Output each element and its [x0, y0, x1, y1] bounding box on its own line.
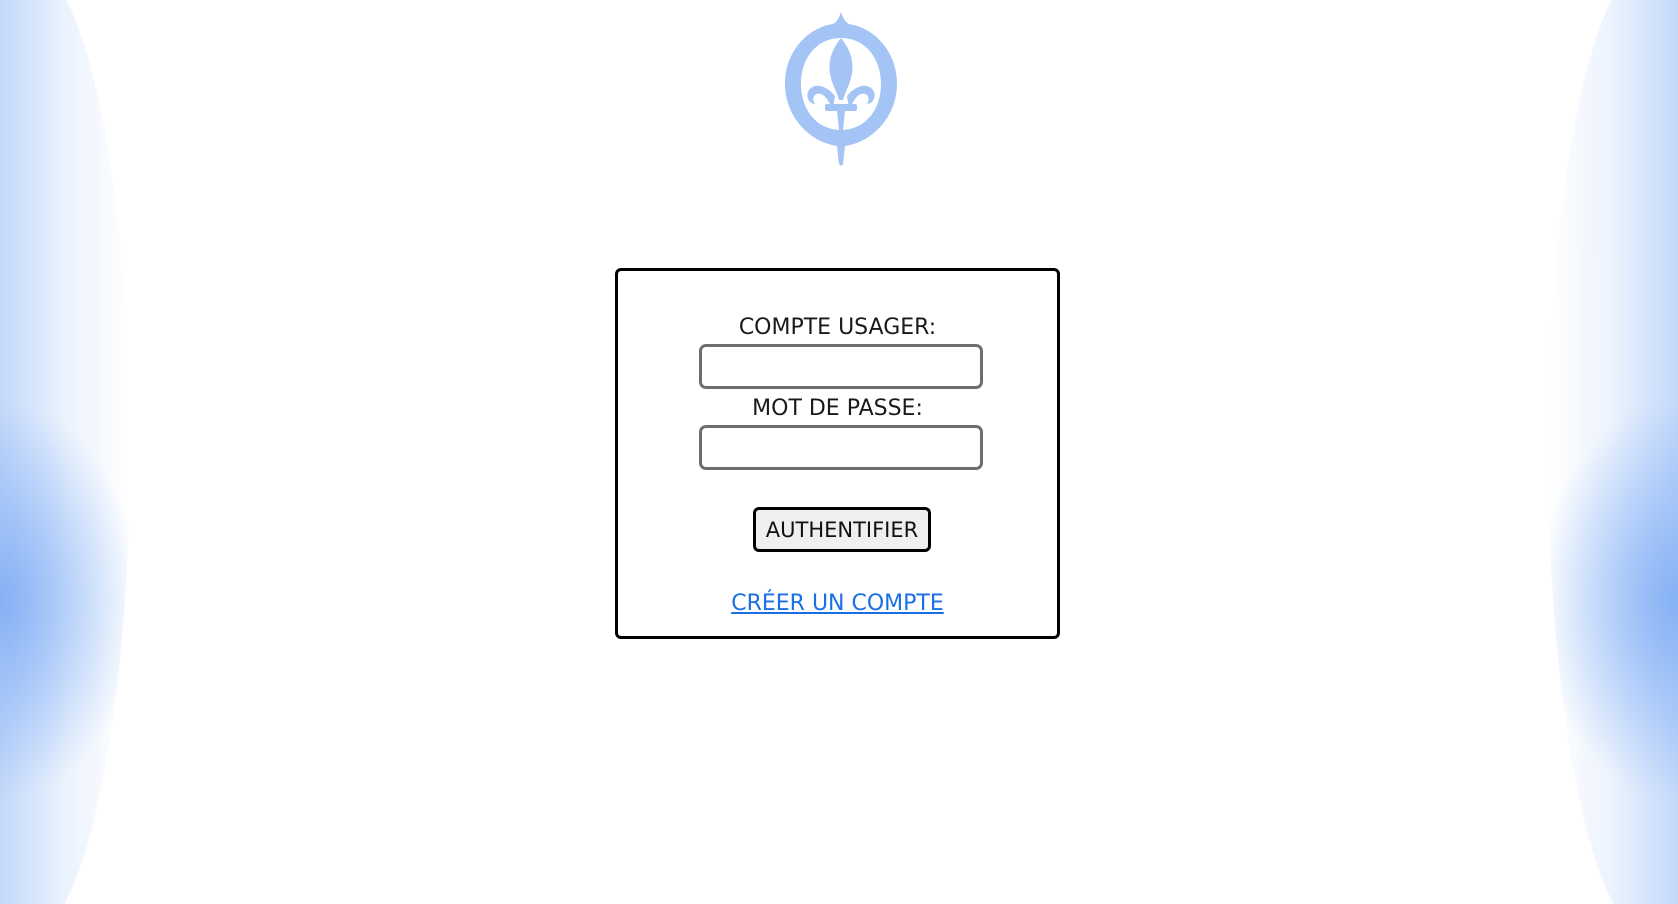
password-input[interactable]: [699, 425, 983, 470]
authenticate-button[interactable]: AUTHENTIFIER: [753, 507, 931, 552]
login-form-box: COMPTE USAGER: MOT DE PASSE: AUTHENTIFIE…: [615, 268, 1060, 639]
username-input[interactable]: [699, 344, 983, 389]
fleur-de-lis-emblem-icon: [785, 12, 897, 166]
username-label: COMPTE USAGER:: [738, 315, 937, 340]
create-account-link-container: CRÉER UN COMPTE: [618, 591, 1057, 617]
left-background-glow: [0, 0, 130, 904]
login-page: COMPTE USAGER: MOT DE PASSE: AUTHENTIFIE…: [0, 0, 1678, 904]
right-background-glow: [1548, 0, 1678, 904]
create-account-link[interactable]: CRÉER UN COMPTE: [731, 591, 944, 616]
password-label: MOT DE PASSE:: [752, 396, 923, 421]
